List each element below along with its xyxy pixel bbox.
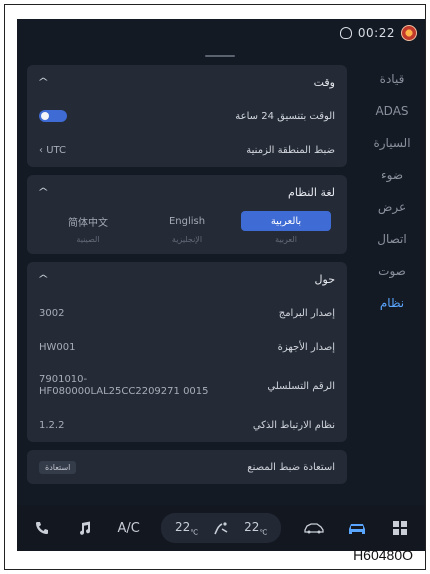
bottom-bar: A/C 22℃ 22℃ [17, 505, 425, 551]
temp-left[interactable]: 22℃ [175, 520, 198, 536]
language-option-arabic[interactable]: بالعربية [241, 211, 331, 231]
language-sublabel-arabic: العربية [275, 235, 297, 244]
row-serial-number-label: الرقم التسلسلي [267, 380, 335, 392]
toggle-24h-format[interactable] [39, 110, 67, 122]
row-software-version: إصدار البرامج 3002 [39, 296, 335, 330]
language-card: لغة النظام ^ بالعربية English 简体中文 العرب… [27, 175, 347, 254]
about-card-header[interactable]: حول ^ [37, 262, 335, 296]
row-smart-link-label: نظام الارتباط الذكي [252, 419, 335, 431]
about-card-title: حول [314, 272, 335, 286]
settings-nav: قيادة ADAS السيارة ضوء عرض اتصال صوت نظا… [359, 63, 425, 483]
about-card: حول ^ إصدار البرامج 3002 إصدار الأجهزة H… [27, 262, 347, 442]
time-card: وقت ^ الوقت بتنسيق 24 ساعة ضبط المنطقة ا… [27, 65, 347, 167]
time-card-header[interactable]: وقت ^ [37, 65, 335, 99]
nav-item-connection[interactable]: اتصال [359, 223, 425, 255]
row-hardware-version-label: إصدار الأجهزة [277, 341, 335, 353]
factory-reset-card: استعادة ضبط المصنع استعادة [27, 450, 347, 484]
row-serial-number: الرقم التسلسلي 7901010-HF080000LAL25CC22… [39, 364, 335, 408]
infotainment-screen: 00:22 قيادة ADAS السيارة ضوء عرض اتصال ص… [17, 19, 425, 551]
time-card-title: وقت [313, 75, 335, 89]
language-card-title: لغة النظام [288, 185, 335, 199]
row-timezone-label: ضبط المنطقة الزمنية [246, 144, 335, 156]
driver-icon [339, 27, 352, 39]
language-options: بالعربية English 简体中文 [39, 209, 335, 231]
vehicle-outline-icon[interactable] [303, 517, 325, 539]
chevron-up-icon[interactable]: ^ [37, 274, 49, 285]
temp-right[interactable]: 22℃ [244, 520, 267, 536]
nav-item-light[interactable]: ضوء [359, 159, 425, 191]
drag-handle[interactable] [205, 55, 235, 57]
language-sublabels: العربية الإنجليزية الصينية [39, 231, 335, 254]
language-option-chinese[interactable]: 简体中文 [43, 211, 133, 231]
timezone-value[interactable]: ‹ UTC [39, 145, 66, 156]
music-icon[interactable] [74, 517, 96, 539]
row-smart-link: نظام الارتباط الذكي 1.2.2 [39, 408, 335, 442]
row-software-version-label: إصدار البرامج [278, 307, 335, 319]
car-settings-icon[interactable] [346, 517, 368, 539]
row-factory-reset: استعادة ضبط المصنع استعادة [39, 450, 335, 484]
serial-number-value: 7901010-HF080000LAL25CC2209271 0015 [39, 374, 209, 397]
voice-assistant-icon[interactable] [401, 25, 417, 41]
nav-item-system[interactable]: نظام [359, 287, 425, 319]
language-sublabel-english: الإنجليزية [171, 235, 203, 244]
row-hardware-version: إصدار الأجهزة HW001 [39, 330, 335, 364]
language-option-english[interactable]: English [142, 211, 232, 231]
language-card-header[interactable]: لغة النظام ^ [37, 175, 335, 209]
software-version-value: 3002 [39, 307, 65, 319]
nav-item-adas[interactable]: ADAS [359, 95, 425, 127]
row-24h-format-label: الوقت بتنسيق 24 ساعة [235, 110, 335, 122]
figure-frame: 00:22 قيادة ADAS السيارة ضوء عرض اتصال ص… [4, 4, 426, 570]
factory-reset-button[interactable]: استعادة [39, 460, 77, 474]
status-bar: 00:22 [17, 19, 425, 47]
nav-item-display[interactable]: عرض [359, 191, 425, 223]
nav-item-driving[interactable]: قيادة [359, 63, 425, 95]
clock: 00:22 [357, 26, 395, 40]
settings-content: وقت ^ الوقت بتنسيق 24 ساعة ضبط المنطقة ا… [27, 65, 347, 495]
row-24h-format: الوقت بتنسيق 24 ساعة [39, 99, 335, 133]
smart-link-value: 1.2.2 [39, 419, 65, 431]
phone-icon[interactable] [31, 517, 53, 539]
hardware-version-value: HW001 [39, 341, 76, 353]
chevron-up-icon[interactable]: ^ [37, 77, 49, 88]
apps-grid-icon[interactable] [389, 517, 411, 539]
row-timezone[interactable]: ضبط المنطقة الزمنية ‹ UTC [39, 133, 335, 167]
factory-reset-label: استعادة ضبط المصنع [247, 461, 335, 473]
figure-caption: H60480O [353, 547, 413, 563]
seat-airflow-icon[interactable] [210, 517, 232, 539]
chevron-up-icon[interactable]: ^ [37, 187, 49, 198]
ac-button[interactable]: A/C [117, 521, 139, 536]
language-sublabel-chinese: الصينية [76, 235, 100, 244]
nav-item-sound[interactable]: صوت [359, 255, 425, 287]
climate-control: 22℃ 22℃ [161, 513, 282, 543]
nav-item-vehicle[interactable]: السيارة [359, 127, 425, 159]
